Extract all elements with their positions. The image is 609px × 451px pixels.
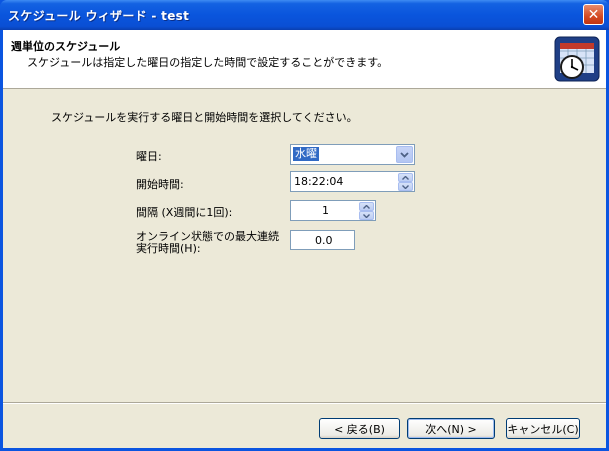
- weekday-label: 曜日:: [136, 150, 162, 163]
- back-button[interactable]: < 戻る(B): [319, 418, 400, 439]
- title-bar[interactable]: スケジュール ウィザード - test ✕: [0, 0, 609, 30]
- wizard-window: スケジュール ウィザード - test ✕ 週単位のスケジュール スケジュールは…: [0, 0, 609, 451]
- start-time-value: 18:22:04: [294, 175, 344, 188]
- wizard-header: 週単位のスケジュール スケジュールは指定した曜日の指定した時間で設定することがで…: [3, 30, 606, 89]
- window-title: スケジュール ウィザード - test: [8, 9, 190, 23]
- chevron-down-icon: [363, 213, 370, 218]
- instruction-text: スケジュールを実行する曜日と開始時間を選択してください。: [51, 111, 358, 124]
- chevron-down-icon: [402, 184, 409, 189]
- weekday-value: 水曜: [293, 147, 319, 161]
- chevron-down-icon: [400, 151, 409, 158]
- start-time-label: 開始時間:: [136, 178, 184, 191]
- interval-spinner[interactable]: [359, 202, 374, 220]
- chevron-up-icon: [363, 204, 370, 209]
- interval-label: 間隔 (X週間に1回):: [136, 206, 233, 219]
- max-time-label-line2: 実行時間(H):: [136, 242, 201, 255]
- start-time-down-button[interactable]: [398, 182, 413, 191]
- max-time-input[interactable]: 0.0: [290, 230, 355, 250]
- weekday-dropdown-button[interactable]: [396, 146, 413, 163]
- next-button[interactable]: 次へ(N) >: [407, 418, 495, 439]
- close-button[interactable]: ✕: [583, 4, 604, 25]
- interval-value: 1: [322, 204, 329, 217]
- interval-down-button[interactable]: [359, 211, 374, 220]
- chevron-up-icon: [402, 175, 409, 180]
- start-time-up-button[interactable]: [398, 173, 413, 182]
- calendar-clock-icon: [554, 36, 600, 82]
- start-time-input[interactable]: 18:22:04: [290, 171, 415, 192]
- cancel-button[interactable]: キャンセル(C): [506, 418, 580, 439]
- header-subtitle: スケジュールは指定した曜日の指定した時間で設定することができます。: [27, 56, 389, 69]
- interval-input[interactable]: 1: [290, 200, 376, 221]
- dialog-frame: 週単位のスケジュール スケジュールは指定した曜日の指定した時間で設定することがで…: [3, 30, 606, 448]
- max-time-value: 0.0: [315, 234, 333, 247]
- start-time-spinner[interactable]: [398, 173, 413, 191]
- weekday-select[interactable]: 水曜: [290, 144, 415, 165]
- close-icon: ✕: [587, 6, 600, 23]
- footer-separator: [3, 402, 606, 404]
- interval-up-button[interactable]: [359, 202, 374, 211]
- header-title: 週単位のスケジュール: [11, 40, 121, 53]
